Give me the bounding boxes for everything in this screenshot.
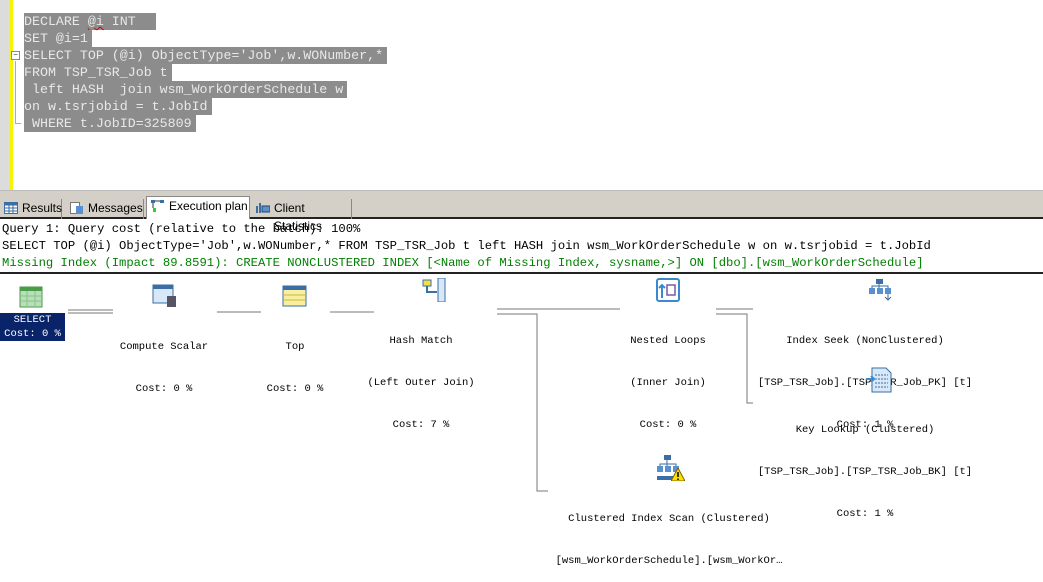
node-detail: (Left Outer Join): [367, 377, 475, 389]
node-name: Clustered Index Scan (Clustered): [568, 513, 770, 525]
node-detail: [wsm_WorkOrderSchedule].[wsm_WorkOr…: [555, 555, 783, 567]
key-lookup-icon: [866, 367, 892, 393]
top-icon: [282, 285, 307, 307]
plan-node-clustered-index-scan[interactable]: Clustered Index Scan (Clustered) [wsm_Wo…: [538, 484, 800, 582]
node-name: Hash Match: [389, 335, 453, 347]
plan-node-nested-loops[interactable]: Nested Loops (Inner Join) Cost: 0 %: [608, 306, 728, 446]
nested-loops-icon: [656, 278, 680, 302]
hash-match-icon: [422, 278, 446, 302]
node-cost: Cost: 0 %: [266, 383, 324, 395]
index-seek-icon: [869, 279, 892, 301]
node-detail: [TSP_TSR_Job].[TSP_TSR_Job_BK] [t]: [757, 466, 973, 478]
arrow-scan-to-hash: [497, 313, 548, 492]
select-icon: [19, 286, 43, 308]
node-name: Nested Loops: [630, 335, 706, 347]
node-cost: Cost: 0 %: [4, 328, 61, 340]
node-name: Key Lookup (Clustered): [795, 424, 935, 436]
node-cost: Cost: 0 %: [639, 419, 697, 431]
node-cost: Cost: 0 %: [135, 383, 193, 395]
node-name: SELECT: [13, 314, 52, 326]
node-name: Top: [285, 341, 305, 353]
plan-node-top[interactable]: Top Cost: 0 %: [245, 312, 345, 410]
node-cost: Cost: 7 %: [392, 419, 450, 431]
plan-node-select[interactable]: SELECT Cost: 0 %: [0, 313, 65, 341]
plan-node-hash-match[interactable]: Hash Match (Left Outer Join) Cost: 7 %: [361, 306, 481, 446]
warning-icon: [671, 468, 685, 481]
node-detail: (Inner Join): [630, 377, 706, 389]
node-detail: [TSP_TSR_Job].[TSP_TSR_Job_PK] [t]: [757, 377, 973, 389]
plan-node-compute-scalar[interactable]: Compute Scalar Cost: 0 %: [104, 312, 224, 410]
node-name: Compute Scalar: [119, 341, 209, 353]
node-name: Index Seek (NonClustered): [786, 335, 944, 347]
compute-scalar-icon: [152, 284, 176, 307]
